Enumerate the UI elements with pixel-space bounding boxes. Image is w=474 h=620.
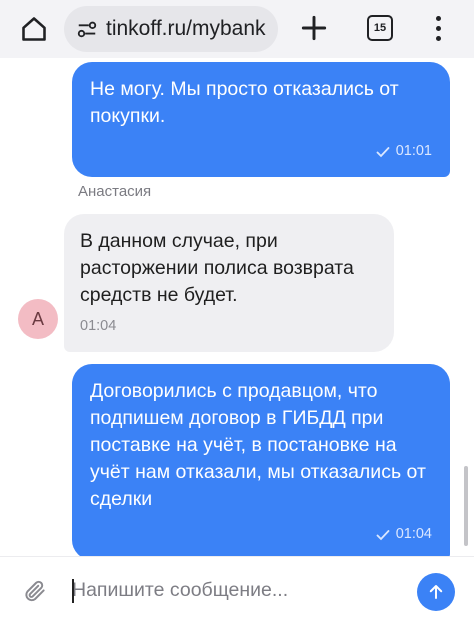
message-time: 01:04 <box>395 526 432 542</box>
home-button[interactable] <box>18 13 50 45</box>
arrow-up-icon <box>429 585 443 599</box>
send-button[interactable] <box>417 573 455 611</box>
incoming-message: В данном случае, при расторжении полиса … <box>64 214 394 352</box>
more-vert-icon[interactable] <box>428 12 448 44</box>
message-text: В данном случае, при расторжении полиса … <box>80 230 354 306</box>
message-composer <box>0 556 474 620</box>
url-text: tinkoff.ru/mybank <box>106 17 266 40</box>
browser-toolbar: tinkoff.ru/mybank 15 <box>0 0 474 58</box>
outgoing-message: Не могу. Мы просто отказались от покупки… <box>72 62 450 177</box>
avatar[interactable]: А <box>18 299 58 339</box>
message-meta: 01:04 <box>90 521 432 548</box>
tabs-button[interactable]: 15 <box>367 15 393 41</box>
message-input[interactable] <box>72 573 392 607</box>
check-icon <box>376 529 390 540</box>
avatar-letter: А <box>31 308 44 329</box>
chat-scrollbar[interactable] <box>464 466 468 546</box>
text-caret <box>72 579 74 603</box>
plus-icon[interactable] <box>298 12 330 44</box>
tab-count: 15 <box>373 22 387 34</box>
message-time: 01:01 <box>395 143 432 159</box>
check-icon <box>376 146 390 157</box>
message-text: Не могу. Мы просто отказались от покупки… <box>90 78 399 127</box>
paperclip-icon[interactable] <box>22 577 48 605</box>
message-text: Договорились с продавцом, что подпишем д… <box>90 380 426 510</box>
sender-name: Анастасия <box>78 183 152 200</box>
message-time: 01:04 <box>80 318 117 334</box>
home-icon <box>22 17 46 41</box>
message-meta: 01:01 <box>90 138 432 165</box>
site-settings-icon[interactable] <box>76 18 98 40</box>
chat-messages: Не могу. Мы просто отказались от покупки… <box>0 58 474 556</box>
address-bar[interactable]: tinkoff.ru/mybank <box>64 6 278 52</box>
outgoing-message: Договорились с продавцом, что подпишем д… <box>72 364 450 556</box>
